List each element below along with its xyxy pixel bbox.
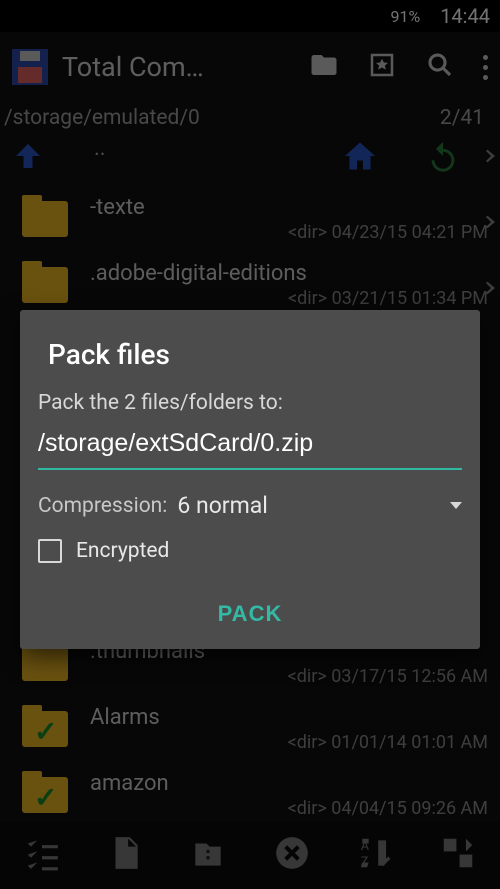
file-list: -texte <dir> 04/23/15 04:21 PM .adobe-di… (0, 186, 500, 318)
encrypted-label: Encrypted (76, 539, 169, 563)
battery-percent: 91% (390, 7, 420, 26)
encrypted-checkbox[interactable] (38, 539, 62, 563)
file-meta: <dir> 04/04/15 09:26 AM (90, 798, 488, 819)
bottom-toolbar: AZ (0, 821, 500, 889)
file-name: amazon (90, 771, 488, 796)
file-meta: <dir> 04/23/15 04:21 PM (90, 222, 488, 243)
pack-button[interactable]: PACK (218, 601, 283, 627)
select-icon[interactable] (23, 834, 61, 876)
bookmark-icon[interactable] (367, 50, 397, 84)
file-meta: <dir> 01/01/14 01:01 AM (90, 732, 488, 753)
destination-input[interactable] (38, 425, 462, 470)
reload-icon[interactable] (426, 139, 460, 177)
nav-row: .. (0, 130, 500, 186)
copy-move-icon[interactable] (439, 834, 477, 876)
status-bar: 91% 14:44 (0, 0, 500, 32)
app-bar: Total Com… (0, 32, 500, 102)
list-item[interactable]: .adobe-digital-editions <dir> 03/21/15 0… (0, 252, 500, 318)
app-icon (12, 49, 48, 85)
overflow-menu-icon[interactable] (483, 55, 488, 80)
panel-swap-icon[interactable] (470, 276, 500, 304)
folder-icon (22, 201, 68, 237)
archive-icon[interactable] (189, 834, 227, 876)
search-icon[interactable] (425, 50, 455, 84)
panel-swap-icon[interactable] (470, 144, 500, 172)
pack-dialog: Pack files Pack the 2 files/folders to: … (20, 310, 480, 649)
list-item[interactable]: Alarms <dir> 01/01/14 01:01 AM (0, 696, 500, 762)
svg-text:A: A (361, 839, 370, 854)
path-bar: /storage/emulated/0 2/41 (0, 102, 500, 130)
folder-icon (22, 711, 68, 747)
up-icon[interactable] (10, 138, 46, 178)
folder-icon (22, 267, 68, 303)
sort-icon[interactable]: AZ (356, 834, 394, 876)
selection-count: 2/41 (440, 106, 484, 130)
compression-select[interactable]: 6 normal (177, 492, 462, 519)
parent-dir[interactable]: .. (94, 136, 106, 161)
svg-text:Z: Z (361, 855, 369, 870)
delete-icon[interactable] (273, 834, 311, 876)
folder-icon[interactable] (309, 50, 339, 84)
file-meta: <dir> 03/17/15 12:56 AM (90, 666, 488, 687)
new-file-icon[interactable] (106, 834, 144, 876)
panel-swap-icon[interactable] (470, 210, 500, 238)
file-name: .adobe-digital-editions (90, 261, 488, 286)
home-icon[interactable] (342, 138, 378, 178)
dialog-title: Pack files (20, 310, 480, 391)
app-title: Total Com… (62, 51, 309, 83)
dialog-prompt: Pack the 2 files/folders to: (38, 391, 462, 415)
list-item[interactable]: amazon <dir> 04/04/15 09:26 AM (0, 762, 500, 828)
file-name: -texte (90, 195, 488, 220)
file-meta: <dir> 03/21/15 01:34 PM (90, 288, 488, 309)
compression-label: Compression: (38, 494, 167, 518)
list-item[interactable]: -texte <dir> 04/23/15 04:21 PM (0, 186, 500, 252)
folder-icon (22, 777, 68, 813)
folder-icon (22, 645, 68, 681)
clock: 14:44 (440, 4, 490, 28)
file-name: Alarms (90, 705, 488, 730)
current-path: /storage/emulated/0 (4, 106, 200, 130)
